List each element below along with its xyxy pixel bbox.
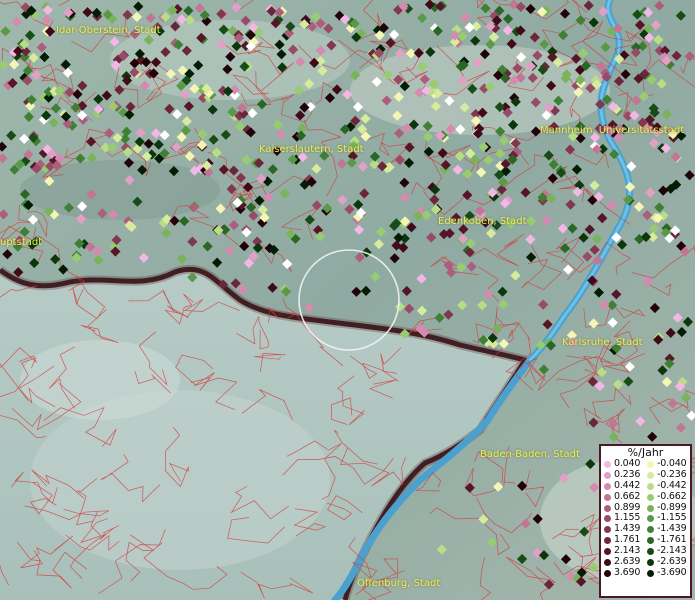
legend-swatch: [647, 460, 654, 468]
legend-row: 3.690: [604, 566, 647, 579]
legend-swatch: [604, 493, 611, 501]
city-label-kaiserslautern: Kaiserslautern, Stadt: [259, 144, 364, 155]
map-view[interactable]: Idar-Oberstein, Stadt Mannheim, Universi…: [0, 0, 695, 600]
city-label-hauptstadt: uptstadt: [0, 237, 43, 248]
legend-swatch: [647, 504, 654, 512]
city-label-edenkoben: Edenkoben, Stadt: [438, 216, 527, 227]
legend-value: -0.662: [657, 490, 687, 502]
terrain-shade: [20, 340, 180, 420]
legend-swatch: [647, 471, 654, 479]
legend-swatch: [647, 482, 654, 490]
legend-value: 0.662: [614, 490, 641, 502]
legend-negative-column: -0.040 -0.236 -0.442 -0.662 -0.899 -1.155 -1.4…: [647, 458, 690, 579]
city-label-baden-baden: Baden-Baden, Stadt: [480, 449, 580, 460]
legend-swatch: [647, 515, 654, 523]
legend-row: 0.662: [604, 490, 647, 503]
legend-swatch: [647, 548, 654, 556]
legend-swatch: [604, 548, 611, 556]
legend-swatch: [647, 526, 654, 534]
legend-swatch: [604, 537, 611, 545]
terrain-basemap: [0, 0, 695, 600]
legend-swatch: [604, 569, 611, 577]
legend-swatch: [604, 504, 611, 512]
legend-swatch: [647, 537, 654, 545]
legend-value: -3.690: [657, 566, 687, 578]
city-label-offenburg: Offenburg, Stadt: [357, 578, 441, 589]
legend-row: -3.690: [647, 566, 690, 579]
city-label-karlsruhe: Karlsruhe, Stadt: [562, 337, 643, 348]
legend-positive-column: 0.040 0.236 0.442 0.662 0.899 1.155 1.439 1.761…: [604, 458, 647, 579]
legend-swatch: [647, 569, 654, 577]
legend-swatch: [647, 493, 654, 501]
city-label-mannheim: Mannheim, Universitätsstadt: [540, 125, 685, 136]
legend-swatch: [604, 460, 611, 468]
legend-swatch: [604, 526, 611, 534]
legend-value: 3.690: [614, 566, 641, 578]
legend-swatch: [604, 558, 611, 566]
legend-swatch: [604, 482, 611, 490]
city-label-idar-oberstein: Idar-Oberstein, Stadt: [56, 25, 161, 36]
legend-swatch: [604, 515, 611, 523]
legend-panel: %/Jahr 0.040 0.236 0.442 0.662 0.899 1.155 1.4…: [599, 444, 692, 598]
legend-row: -0.662: [647, 490, 690, 503]
legend-swatch: [604, 471, 611, 479]
legend-swatch: [647, 558, 654, 566]
